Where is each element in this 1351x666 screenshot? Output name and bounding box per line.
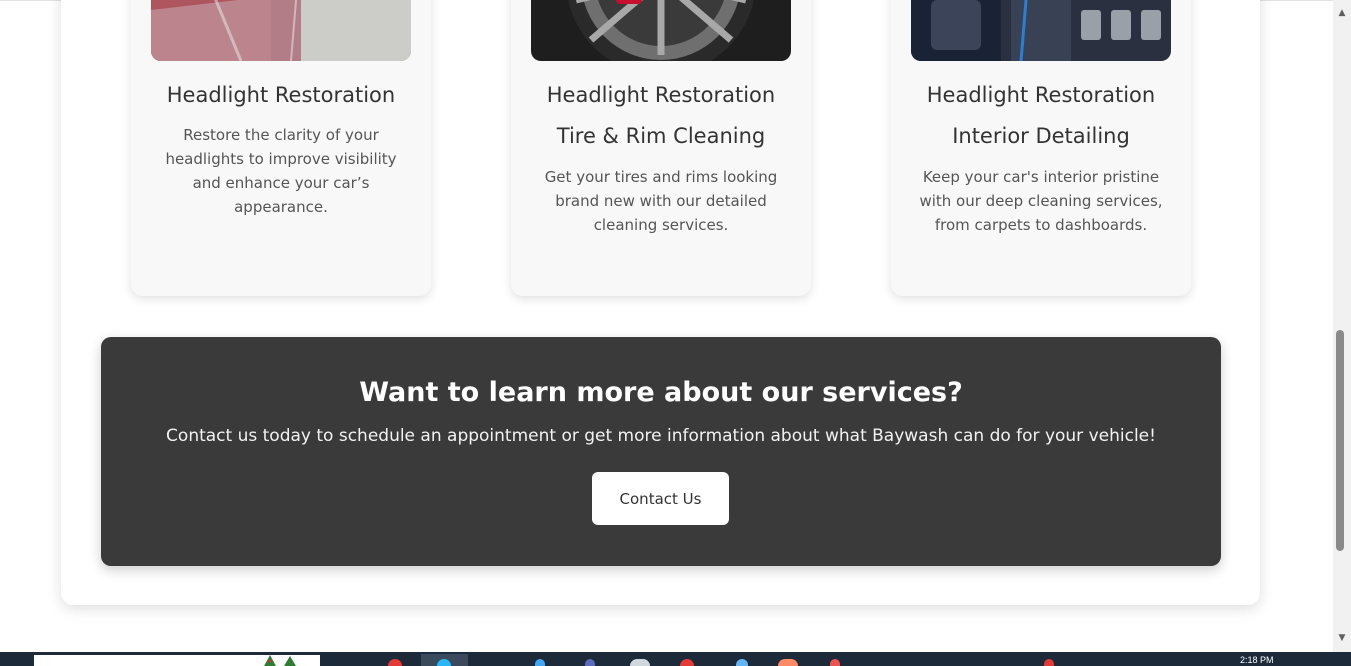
service-image-headlight <box>151 0 411 61</box>
up-arrow-icon[interactable]: ▲ <box>1333 4 1351 22</box>
cta-text: Contact us today to schedule an appointm… <box>166 426 1156 446</box>
tree-decoration-icon <box>264 655 296 666</box>
service-card-interior: Headlight Restoration Interior Detailing… <box>891 0 1191 296</box>
service-image-interior <box>911 0 1171 61</box>
taskbar-app-icon[interactable] <box>830 659 840 666</box>
taskbar-app-icon[interactable] <box>680 659 694 666</box>
page-viewport: Headlight Restoration Restore the clarit… <box>0 0 1333 652</box>
taskbar-clock: 2:18 PM <box>1240 655 1274 665</box>
service-title: Headlight Restoration <box>546 83 776 107</box>
service-description: Restore the clarity of your headlights t… <box>165 126 397 216</box>
service-title: Interior Detailing <box>952 124 1130 148</box>
taskbar-browser-icon[interactable] <box>437 659 451 666</box>
taskbar-app-icon[interactable] <box>778 659 798 666</box>
taskbar-app-icon[interactable] <box>388 659 402 666</box>
service-card-headlight: Headlight Restoration Restore the clarit… <box>131 0 431 296</box>
taskbar-app-icon[interactable] <box>630 659 650 666</box>
taskbar-search-box[interactable] <box>34 655 320 666</box>
service-title: Tire & Rim Cleaning <box>556 124 766 148</box>
service-description: Keep your car's interior pristine with o… <box>919 168 1163 234</box>
down-arrow-icon[interactable]: ▼ <box>1333 629 1351 647</box>
taskbar-app-icon[interactable] <box>585 659 595 666</box>
scrollbar-thumb[interactable] <box>1336 330 1344 551</box>
taskbar-app-icon[interactable] <box>535 659 545 666</box>
taskbar-tray-icon[interactable] <box>1044 659 1054 666</box>
vertical-scrollbar[interactable]: ▲ ▼ <box>1333 0 1351 652</box>
service-image-tire-rim <box>531 0 791 61</box>
taskbar-app-icon[interactable] <box>736 659 748 666</box>
service-card-tire-rim: Headlight Restoration Tire & Rim Cleanin… <box>511 0 811 296</box>
contact-us-button[interactable]: Contact Us <box>592 472 729 525</box>
service-title: Headlight Restoration <box>166 83 396 107</box>
os-taskbar: 2:18 PM <box>0 652 1351 666</box>
service-description: Get your tires and rims looking brand ne… <box>544 168 778 234</box>
cta-title: Want to learn more about our services? <box>359 377 963 408</box>
contact-cta-section: Want to learn more about our services? C… <box>101 337 1221 566</box>
service-title: Headlight Restoration <box>926 83 1156 107</box>
